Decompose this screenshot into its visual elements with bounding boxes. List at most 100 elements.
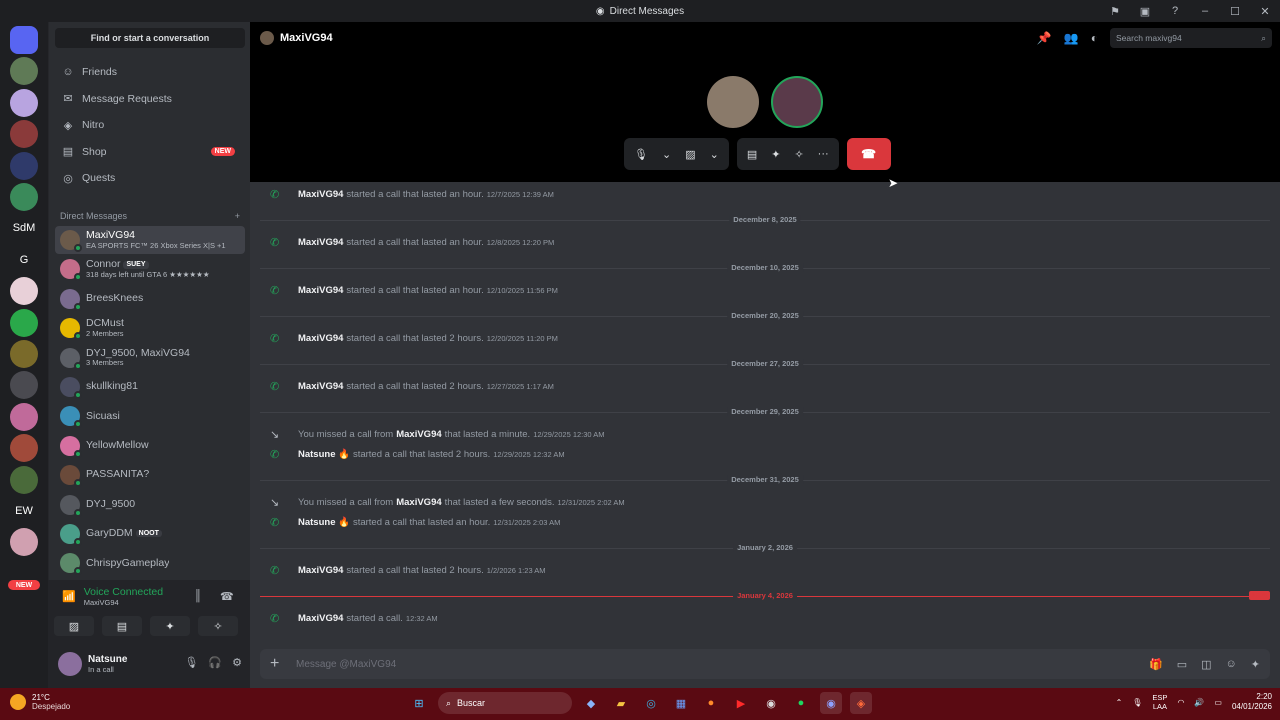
message-author[interactable]: MaxiVG94 (298, 237, 343, 248)
dm-item[interactable]: Sicuasi (55, 402, 245, 430)
noise-suppression-icon[interactable]: ║ (194, 590, 202, 602)
dm-item[interactable]: BreesKnees (55, 285, 245, 313)
gif-icon[interactable]: ▭ (1177, 658, 1187, 671)
discord-home-icon[interactable] (10, 26, 38, 54)
activities-button[interactable]: ✦ (150, 616, 190, 636)
camera-off-button[interactable]: ▨ (54, 616, 94, 636)
firefox-icon[interactable]: ● (700, 692, 722, 714)
server-icon[interactable]: EW (10, 497, 38, 525)
avatar[interactable] (58, 652, 82, 676)
windows-start-icon[interactable]: ⊞ (408, 692, 430, 714)
user-name[interactable]: Natsune (88, 654, 127, 665)
find-conversation-button[interactable]: Find or start a conversation (55, 28, 245, 48)
more-icon[interactable]: ··· (818, 148, 829, 160)
discord-icon[interactable]: ◉ (820, 692, 842, 714)
nav-item-message-requests[interactable]: ✉ Message Requests (55, 87, 245, 111)
language-indicator[interactable]: ESP LAA (1152, 693, 1167, 711)
screen-share-button[interactable]: ▤ (102, 616, 142, 636)
server-icon[interactable] (10, 402, 38, 431)
headphones-icon[interactable]: 🎧 (208, 656, 222, 669)
voice-status[interactable]: Voice Connected (84, 586, 163, 598)
settings-icon[interactable]: ⚙ (232, 656, 242, 669)
attach-plus-icon[interactable]: + (270, 655, 296, 673)
chrome-icon[interactable]: ◉ (760, 692, 782, 714)
chevron-down-icon[interactable]: ⌄ (710, 148, 719, 161)
dm-item[interactable]: PASSANITA? (55, 461, 245, 489)
message-author[interactable]: MaxiVG94 (298, 565, 343, 576)
close-button[interactable]: ✕ (1250, 0, 1280, 22)
edge-icon[interactable]: ◎ (640, 692, 662, 714)
app-icon[interactable]: ◈ (850, 692, 872, 714)
pin-icon[interactable]: 📌 (1037, 31, 1052, 45)
dm-item[interactable]: skullking81 (55, 373, 245, 401)
maximize-button[interactable]: ☐ (1220, 0, 1250, 22)
minimize-button[interactable]: – (1190, 0, 1220, 22)
screen-share-icon[interactable]: ▤ (747, 148, 757, 161)
server-icon[interactable] (10, 151, 38, 180)
store-icon[interactable]: ▦ (670, 692, 692, 714)
dm-item[interactable]: DYJ_9500, MaxiVG94 3 Members (55, 344, 245, 372)
inbox-icon[interactable]: ⚑ (1100, 0, 1130, 22)
server-icon[interactable] (10, 528, 38, 557)
wifi-icon[interactable]: ◠ (1177, 698, 1184, 707)
message-author[interactable]: MaxiVG94 (298, 285, 343, 296)
copilot-icon[interactable]: ◆ (580, 692, 602, 714)
server-icon[interactable] (10, 57, 38, 86)
clock[interactable]: 2:20 04/01/2026 (1232, 692, 1272, 713)
add-friends-icon[interactable]: 👥 (1064, 31, 1079, 45)
activities-icon[interactable]: ✦ (771, 148, 780, 161)
soundboard-button[interactable]: ✧ (198, 616, 238, 636)
nav-item-shop[interactable]: ▤ Shop NEW (55, 140, 245, 164)
weather-widget[interactable]: 21°C Despejado (10, 693, 70, 711)
camera-off-icon[interactable]: ▨ (685, 148, 695, 161)
hang-up-button[interactable]: ☎ (846, 138, 891, 170)
message-input[interactable]: Message @MaxiVG94 (296, 659, 1149, 670)
user-profile-icon[interactable]: ◐ (1091, 31, 1098, 45)
server-icon[interactable] (10, 434, 38, 463)
microphone-icon[interactable]: 🎙 (1132, 698, 1142, 707)
search-input[interactable]: Search maxivg94 ⌕ (1110, 28, 1272, 48)
emoji-icon[interactable]: ☺ (1226, 658, 1237, 671)
server-icon[interactable] (10, 120, 38, 149)
dm-item[interactable]: DYJ_9500 (55, 491, 245, 519)
taskbar-search[interactable]: ⌕ Buscar (438, 692, 572, 714)
disconnect-icon[interactable]: ☎ (220, 590, 234, 603)
server-icon[interactable]: SdM (10, 214, 38, 242)
chevron-up-icon[interactable]: ⌃ (1116, 698, 1123, 707)
message-author[interactable]: MaxiVG94 (298, 189, 343, 200)
monitor-icon[interactable]: ▣ (1130, 0, 1160, 22)
battery-icon[interactable]: ▭ (1214, 698, 1222, 707)
file-explorer-icon[interactable]: ▰ (610, 692, 632, 714)
microphone-icon[interactable]: 🎙 (634, 148, 648, 161)
nav-item-friends[interactable]: ☺ Friends (55, 60, 245, 84)
server-icon[interactable] (10, 308, 38, 337)
server-icon[interactable] (10, 340, 38, 368)
participant-avatar[interactable] (707, 76, 759, 128)
gift-icon[interactable]: 🎁 (1149, 658, 1163, 671)
sticker-icon[interactable]: ◫ (1201, 658, 1211, 671)
dm-item[interactable]: GaryDDM NOOT (55, 520, 245, 548)
dm-item[interactable]: DCMust 2 Members (55, 314, 245, 342)
channel-name[interactable]: MaxiVG94 (280, 32, 333, 44)
server-icon[interactable] (10, 465, 38, 494)
nav-item-quests[interactable]: ◎ Quests (55, 166, 245, 190)
server-icon[interactable] (10, 183, 38, 211)
dm-item[interactable]: YellowMellow (55, 432, 245, 460)
microphone-icon[interactable]: 🎙 (184, 656, 198, 669)
chevron-down-icon[interactable]: ⌄ (662, 148, 671, 161)
message-author[interactable]: MaxiVG94 (298, 613, 343, 624)
server-icon[interactable] (10, 371, 38, 400)
participant-avatar[interactable] (771, 76, 823, 128)
nav-item-nitro[interactable]: ◈ Nitro (55, 113, 245, 137)
message-author[interactable]: Natsune 🔥 (298, 517, 350, 528)
dm-item[interactable]: ChrispyGameplay (55, 549, 245, 577)
dm-item[interactable]: Connor SUEY 318 days left until GTA 6 ★★★★… (55, 255, 245, 283)
message-author[interactable]: MaxiVG94 (396, 429, 441, 440)
message-author[interactable]: MaxiVG94 (298, 381, 343, 392)
volume-icon[interactable]: 🔊 (1194, 698, 1204, 707)
server-icon[interactable]: G (10, 246, 38, 274)
soundboard-icon[interactable]: ✧ (794, 148, 803, 161)
server-icon[interactable] (10, 88, 38, 117)
youtube-icon[interactable]: ▶ (730, 692, 752, 714)
spotify-icon[interactable]: ● (790, 692, 812, 714)
